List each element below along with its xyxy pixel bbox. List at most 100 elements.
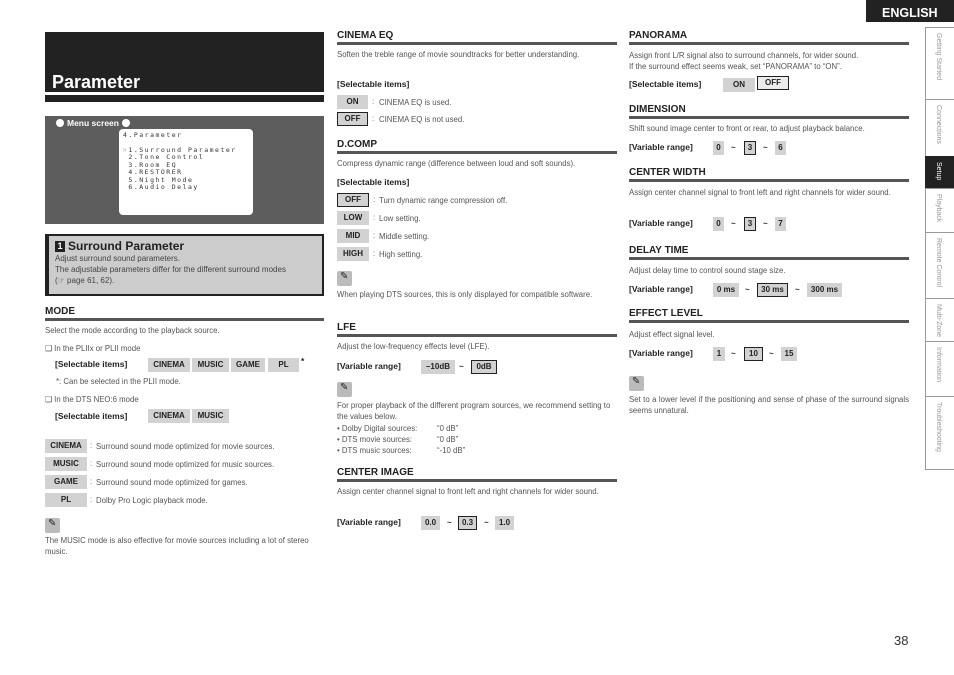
delay-time-desc: Adjust delay time to control sound stage…	[629, 266, 786, 275]
chip-off: OFF	[757, 76, 789, 90]
side-tab-connections[interactable]: Connections	[925, 99, 954, 156]
panorama-desc: Assign front L/R signal also to surround…	[629, 51, 859, 60]
def-chip-high: HIGH	[337, 247, 369, 261]
def-chip-on: ON	[337, 95, 368, 109]
side-tab-getting-started[interactable]: Getting Started	[925, 27, 954, 99]
surround-parameter-box: 1 Surround Parameter Adjust surround soun…	[45, 234, 324, 296]
mode-note: The MUSIC mode is also effective for mov…	[45, 536, 309, 556]
dimension-heading: DIMENSION	[629, 104, 909, 119]
range-min: –10dB	[421, 360, 455, 374]
def-chip-off: OFF	[337, 112, 368, 126]
osd-header: 4.Parameter	[123, 131, 183, 139]
range-min: 0.0	[421, 516, 440, 530]
chip-game: GAME	[231, 358, 265, 372]
range-default: 10	[744, 347, 763, 361]
side-tab-setup[interactable]: Setup	[925, 156, 954, 188]
selectable-label: [Selectable items]	[337, 177, 410, 187]
selectable-label: [Selectable items]	[629, 79, 702, 89]
chip-on: ON	[723, 78, 755, 92]
lfe-bullet: • DTS movie sources:	[337, 435, 413, 444]
lfe-desc: Adjust the low-frequency effects level (…	[337, 342, 490, 351]
language-label: ENGLISH	[866, 0, 954, 22]
range-default: 0.3	[458, 516, 477, 530]
lfe-bullet-value: “0 dB”	[437, 424, 459, 433]
range-default: 30 ms	[757, 283, 788, 297]
def-desc: Low setting.	[379, 214, 421, 223]
center-width-heading: CENTER WIDTH	[629, 167, 909, 182]
asterisk-note: *: Can be selected in the PLII mode.	[56, 377, 181, 386]
range-max: 15	[781, 347, 797, 361]
osd-display: 4.Parameter ☞1.Surround Parameter 2.Tone…	[119, 129, 253, 215]
mode-heading: MODE	[45, 306, 324, 321]
def-desc: CINEMA EQ is not used.	[379, 115, 465, 124]
bullet-icon	[121, 119, 130, 127]
side-tab-troubleshooting[interactable]: Troubleshooting	[925, 396, 954, 470]
side-tabs: Getting Started Connections Setup Playba…	[925, 27, 954, 470]
menu-screen-label: Menu screen	[53, 118, 133, 128]
dcomp-desc: Compress dynamic range (difference betwe…	[337, 159, 576, 168]
range-label: [Variable range]	[629, 348, 693, 358]
note-pencil-icon	[629, 376, 644, 391]
surround-parameter-heading: 1 Surround Parameter	[55, 239, 316, 253]
effect-level-note: Set to a lower level if the positioning …	[629, 395, 909, 415]
side-tab-information[interactable]: Information	[925, 341, 954, 396]
selectable-label: [Selectable items]	[55, 411, 128, 421]
note-pencil-icon	[45, 518, 60, 533]
lfe-note: For proper playback of the different pro…	[337, 401, 611, 421]
def-chip-game: GAME	[45, 475, 87, 489]
lfe-heading: LFE	[337, 322, 617, 337]
selectable-label: [Selectable items]	[55, 359, 128, 369]
range-label: [Variable range]	[629, 218, 693, 228]
cinema-eq-desc: Soften the treble range of movie soundtr…	[337, 50, 580, 59]
lfe-bullet: • Dolby Digital sources:	[337, 424, 418, 433]
range-default: 3	[744, 141, 756, 155]
def-chip-pl: PL	[45, 493, 87, 507]
side-tab-remote-control[interactable]: Remote Control	[925, 232, 954, 298]
center-image-heading: CENTER IMAGE	[337, 467, 617, 482]
range-min: 0 ms	[713, 283, 739, 297]
range-label: [Variable range]	[337, 517, 401, 527]
def-desc: High setting.	[379, 250, 423, 259]
pl-mode-label: ❑ In the PLIIx or PLII mode	[45, 344, 141, 353]
range-min: 0	[713, 141, 724, 155]
panorama-desc: If the surround effect seems weak, set “…	[629, 62, 842, 71]
def-desc: Middle setting.	[379, 232, 430, 241]
chip-music: MUSIC	[192, 409, 229, 423]
dcomp-note: When playing DTS sources, this is only d…	[337, 290, 593, 299]
side-tab-playback[interactable]: Playback	[925, 188, 954, 232]
cinema-eq-heading: CINEMA EQ	[337, 30, 617, 45]
page-number: 38	[894, 633, 909, 648]
chip-music: MUSIC	[192, 358, 229, 372]
range-max: 1.0	[495, 516, 514, 530]
range-label: [Variable range]	[629, 142, 693, 152]
range-default: 0dB	[471, 360, 497, 374]
def-desc: Dolby Pro Logic playback mode.	[96, 496, 208, 505]
range-label: [Variable range]	[629, 284, 693, 294]
def-chip-cinema: CINEMA	[45, 439, 87, 453]
center-width-desc: Assign center channel signal to front le…	[629, 188, 891, 197]
effect-level-heading: EFFECT LEVEL	[629, 308, 909, 323]
lfe-bullet: • DTS music sources:	[337, 446, 412, 455]
note-pencil-icon	[337, 271, 352, 286]
side-tab-multi-zone[interactable]: Multi-Zone	[925, 298, 954, 341]
def-desc: Surround sound mode optimized for music …	[96, 460, 275, 469]
range-label: [Variable range]	[337, 361, 401, 371]
chip-cinema: CINEMA	[148, 358, 190, 372]
mode-desc: Select the mode according to the playbac…	[45, 326, 220, 335]
page-title: Parameter	[52, 72, 141, 92]
title-block: Parameter	[45, 32, 324, 92]
delay-time-heading: DELAY TIME	[629, 245, 909, 260]
selectable-label: [Selectable items]	[337, 79, 410, 89]
range-max: 6	[775, 141, 786, 155]
asterisk-mark: *	[301, 356, 305, 366]
lfe-bullet-value: “0 dB”	[437, 435, 459, 444]
range-default: 3	[744, 217, 756, 231]
panorama-heading: PANORAMA	[629, 30, 909, 45]
def-chip-low: LOW	[337, 211, 369, 225]
def-chip-mid: MID	[337, 229, 369, 243]
def-chip-off: OFF	[337, 193, 369, 207]
def-chip-music: MUSIC	[45, 457, 87, 471]
range-max: 300 ms	[807, 283, 842, 297]
def-desc: CINEMA EQ is used.	[379, 98, 452, 107]
def-desc: Surround sound mode optimized for games.	[96, 478, 248, 487]
